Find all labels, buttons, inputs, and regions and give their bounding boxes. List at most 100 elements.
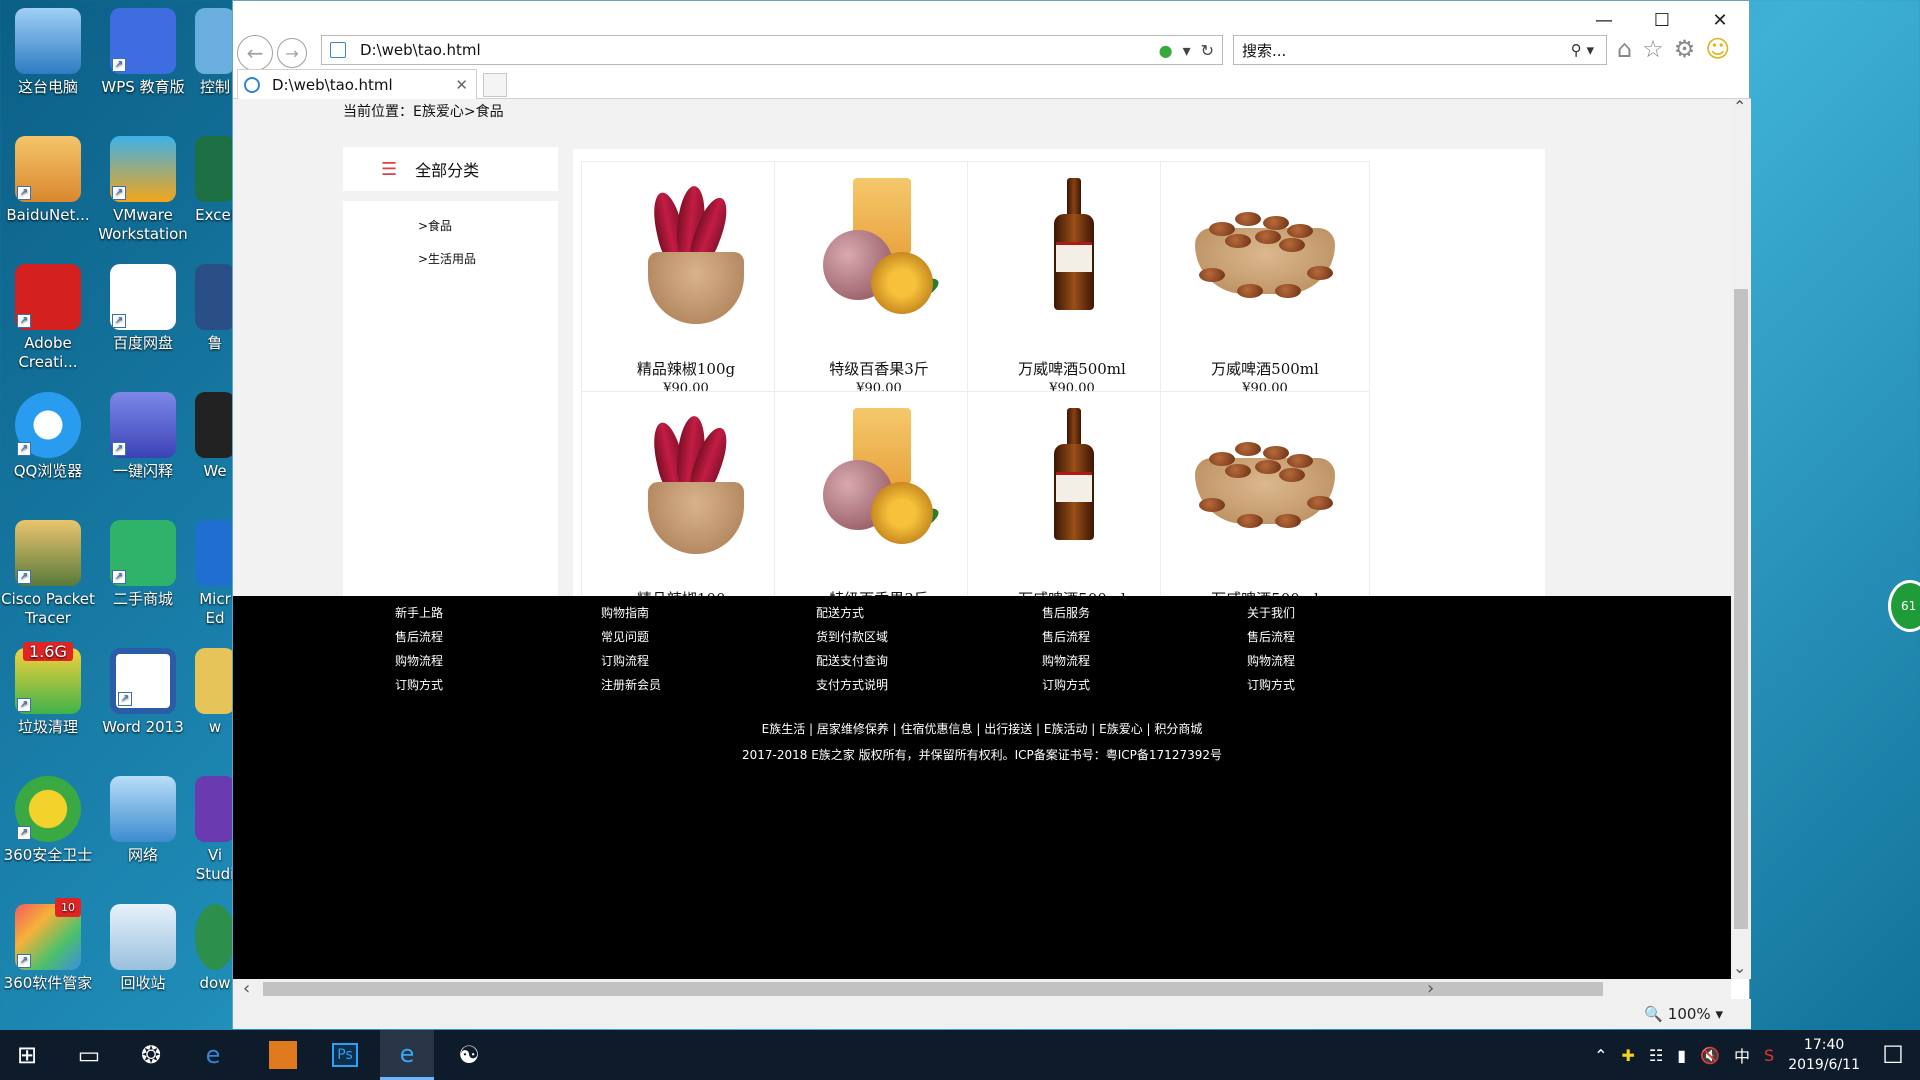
wifi-icon[interactable]: ☷: [1649, 1046, 1663, 1065]
footer-link[interactable]: 关于我们: [1247, 606, 1295, 630]
search-icon[interactable]: ⚲ ▾: [1571, 41, 1594, 59]
desktop-icon-cleanup[interactable]: 1.6G ↗ 垃圾清理: [0, 640, 96, 737]
footer-link[interactable]: 货到付款区域: [816, 630, 888, 654]
desktop-icon-word[interactable]: ↗ Word 2013: [95, 640, 191, 737]
product-image[interactable]: [596, 172, 776, 342]
sogou-ime-icon[interactable]: S: [1764, 1046, 1774, 1065]
footer-link[interactable]: 购物指南: [601, 606, 661, 630]
horizontal-scrollbar[interactable]: ‹ ›: [233, 978, 1731, 999]
desktop-icon-baidu-pan[interactable]: ↗ 百度网盘: [95, 256, 191, 353]
footer-link[interactable]: 售后服务: [1042, 606, 1090, 630]
category-item-food[interactable]: >食品: [418, 217, 452, 234]
scroll-up-icon[interactable]: ⌃: [1733, 97, 1746, 116]
favorites-star-icon[interactable]: ☆: [1642, 35, 1664, 63]
battery-icon[interactable]: ▮: [1677, 1046, 1686, 1065]
product-name[interactable]: 特级百香果3斤: [775, 358, 983, 379]
ime-indicator[interactable]: 中: [1734, 1043, 1750, 1067]
scroll-left-icon[interactable]: ‹: [243, 978, 250, 999]
desktop-icon-baidunet[interactable]: ↗ BaiduNet...: [0, 128, 96, 225]
product-card[interactable]: 万威啤酒500ml¥90.00: [1160, 161, 1370, 411]
back-button[interactable]: ←: [237, 35, 273, 71]
desktop-icon-vmware[interactable]: ↗ VMware Workstation: [95, 128, 191, 244]
vertical-scrollbar[interactable]: ⌃ ⌄: [1731, 97, 1751, 979]
taskbar-app-photoshop[interactable]: Ps: [318, 1030, 372, 1080]
footer-link[interactable]: 购物流程: [1042, 654, 1090, 678]
clock[interactable]: 17:40 2019/6/11: [1788, 1035, 1860, 1075]
footer-link[interactable]: 订购方式: [1042, 678, 1090, 702]
floating-widget[interactable]: 61: [1888, 580, 1920, 632]
desktop-icon-qq-browser[interactable]: ↗ QQ浏览器: [0, 384, 96, 481]
browser-tab[interactable]: D:\web\tao.html ✕: [237, 69, 477, 100]
close-button[interactable]: ✕: [1691, 1, 1749, 39]
taskbar-app-qq[interactable]: ☯: [442, 1030, 496, 1080]
product-card[interactable]: 精品辣椒100g¥90.00: [581, 161, 791, 411]
taskbar-app-ie[interactable]: e: [380, 1030, 434, 1080]
desktop-icon-adobe[interactable]: ↗ Adobe Creati...: [0, 256, 96, 372]
footer-link[interactable]: 售后流程: [1042, 630, 1090, 654]
compat-view-icon[interactable]: ●: [1159, 41, 1173, 60]
address-url[interactable]: D:\web\tao.html: [360, 41, 1159, 59]
settings-gear-icon[interactable]: ⚙: [1674, 35, 1696, 63]
volume-muted-icon[interactable]: 🔇: [1700, 1046, 1720, 1065]
product-card[interactable]: 万威啤酒500ml¥90.00: [967, 161, 1177, 411]
all-categories-header[interactable]: ☰ 全部分类: [343, 147, 558, 191]
taskbar-app-pinwheel[interactable]: ❂: [124, 1030, 178, 1080]
taskbar-app-sublime[interactable]: [256, 1030, 310, 1080]
footer-link[interactable]: 新手上路: [395, 606, 443, 630]
product-name[interactable]: 万威啤酒500ml: [1161, 358, 1369, 379]
desktop-icon-network[interactable]: 网络: [95, 768, 191, 865]
refresh-icon[interactable]: ↻: [1201, 41, 1214, 60]
zoom-control[interactable]: 🔍 100% ▾: [1644, 1005, 1723, 1023]
tray-expand-icon[interactable]: ⌃: [1594, 1046, 1607, 1065]
forward-button[interactable]: →: [277, 38, 307, 68]
tab-close-icon[interactable]: ✕: [455, 76, 468, 94]
footer-link[interactable]: 购物流程: [1247, 654, 1295, 678]
product-image[interactable]: [982, 172, 1162, 342]
dropdown-arrow-icon[interactable]: ▾: [1183, 41, 1191, 60]
feedback-smiley-icon[interactable]: ☺: [1705, 35, 1730, 63]
desktop-icon-secondhand-mall[interactable]: ↗ 二手商城: [95, 512, 191, 609]
desktop-icon-recycle-bin[interactable]: 回收站: [95, 896, 191, 993]
vertical-scroll-thumb[interactable]: [1734, 289, 1748, 929]
scroll-down-icon[interactable]: ⌄: [1733, 958, 1746, 977]
scroll-right-icon[interactable]: ›: [1427, 978, 1434, 999]
task-view-button[interactable]: ▭: [62, 1030, 116, 1080]
desktop-icon-this-pc[interactable]: 这台电脑: [0, 0, 96, 97]
notifications-button[interactable]: ☐: [1866, 1030, 1920, 1080]
product-image[interactable]: [789, 172, 969, 342]
desktop-icon-packet-tracer[interactable]: ↗ Cisco Packet Tracer: [0, 512, 96, 628]
product-image[interactable]: [982, 402, 1162, 572]
footer-link[interactable]: 订购方式: [395, 678, 443, 702]
desktop-icon-flash[interactable]: ↗ 一键闪释: [95, 384, 191, 481]
360-tray-icon[interactable]: ✚: [1622, 1046, 1635, 1065]
footer-link[interactable]: 配送支付查询: [816, 654, 888, 678]
product-image[interactable]: [596, 402, 776, 572]
footer-link[interactable]: 购物流程: [395, 654, 443, 678]
new-tab-button[interactable]: [483, 73, 507, 97]
category-item-daily-goods[interactable]: >生活用品: [418, 250, 476, 267]
taskbar-app-edge[interactable]: e: [186, 1030, 240, 1080]
footer-link[interactable]: 支付方式说明: [816, 678, 888, 702]
footer-link[interactable]: 常见问题: [601, 630, 661, 654]
footer-site-links[interactable]: E族生活 | 居家维修保养 | 住宿优惠信息 | 出行接送 | E族活动 | E…: [233, 720, 1731, 737]
footer-link[interactable]: 注册新会员: [601, 678, 661, 702]
footer-link[interactable]: 订购流程: [601, 654, 661, 678]
product-card[interactable]: 特级百香果3斤¥90.00: [774, 161, 984, 411]
footer-link[interactable]: 订购方式: [1247, 678, 1295, 702]
product-name[interactable]: 万威啤酒500ml: [968, 358, 1176, 379]
product-name[interactable]: 精品辣椒100g: [582, 358, 790, 379]
maximize-button[interactable]: ☐: [1633, 1, 1691, 39]
horizontal-scroll-thumb[interactable]: [263, 982, 1603, 996]
desktop-icon-360[interactable]: ↗ 360安全卫士: [0, 768, 96, 865]
footer-link[interactable]: 售后流程: [1247, 630, 1295, 654]
search-box[interactable]: 搜索... ⚲ ▾: [1233, 35, 1607, 65]
start-button[interactable]: ⊞: [0, 1030, 54, 1080]
product-image[interactable]: [789, 402, 969, 572]
address-bar[interactable]: D:\web\tao.html ● ▾ ↻: [321, 35, 1223, 65]
footer-link[interactable]: 售后流程: [395, 630, 443, 654]
desktop-icon-360-softmgr[interactable]: 10 ↗ 360软件管家: [0, 896, 96, 993]
product-image[interactable]: [1175, 172, 1355, 342]
product-image[interactable]: [1175, 402, 1355, 572]
search-input[interactable]: 搜索...: [1242, 40, 1286, 61]
minimize-button[interactable]: —: [1575, 1, 1633, 39]
